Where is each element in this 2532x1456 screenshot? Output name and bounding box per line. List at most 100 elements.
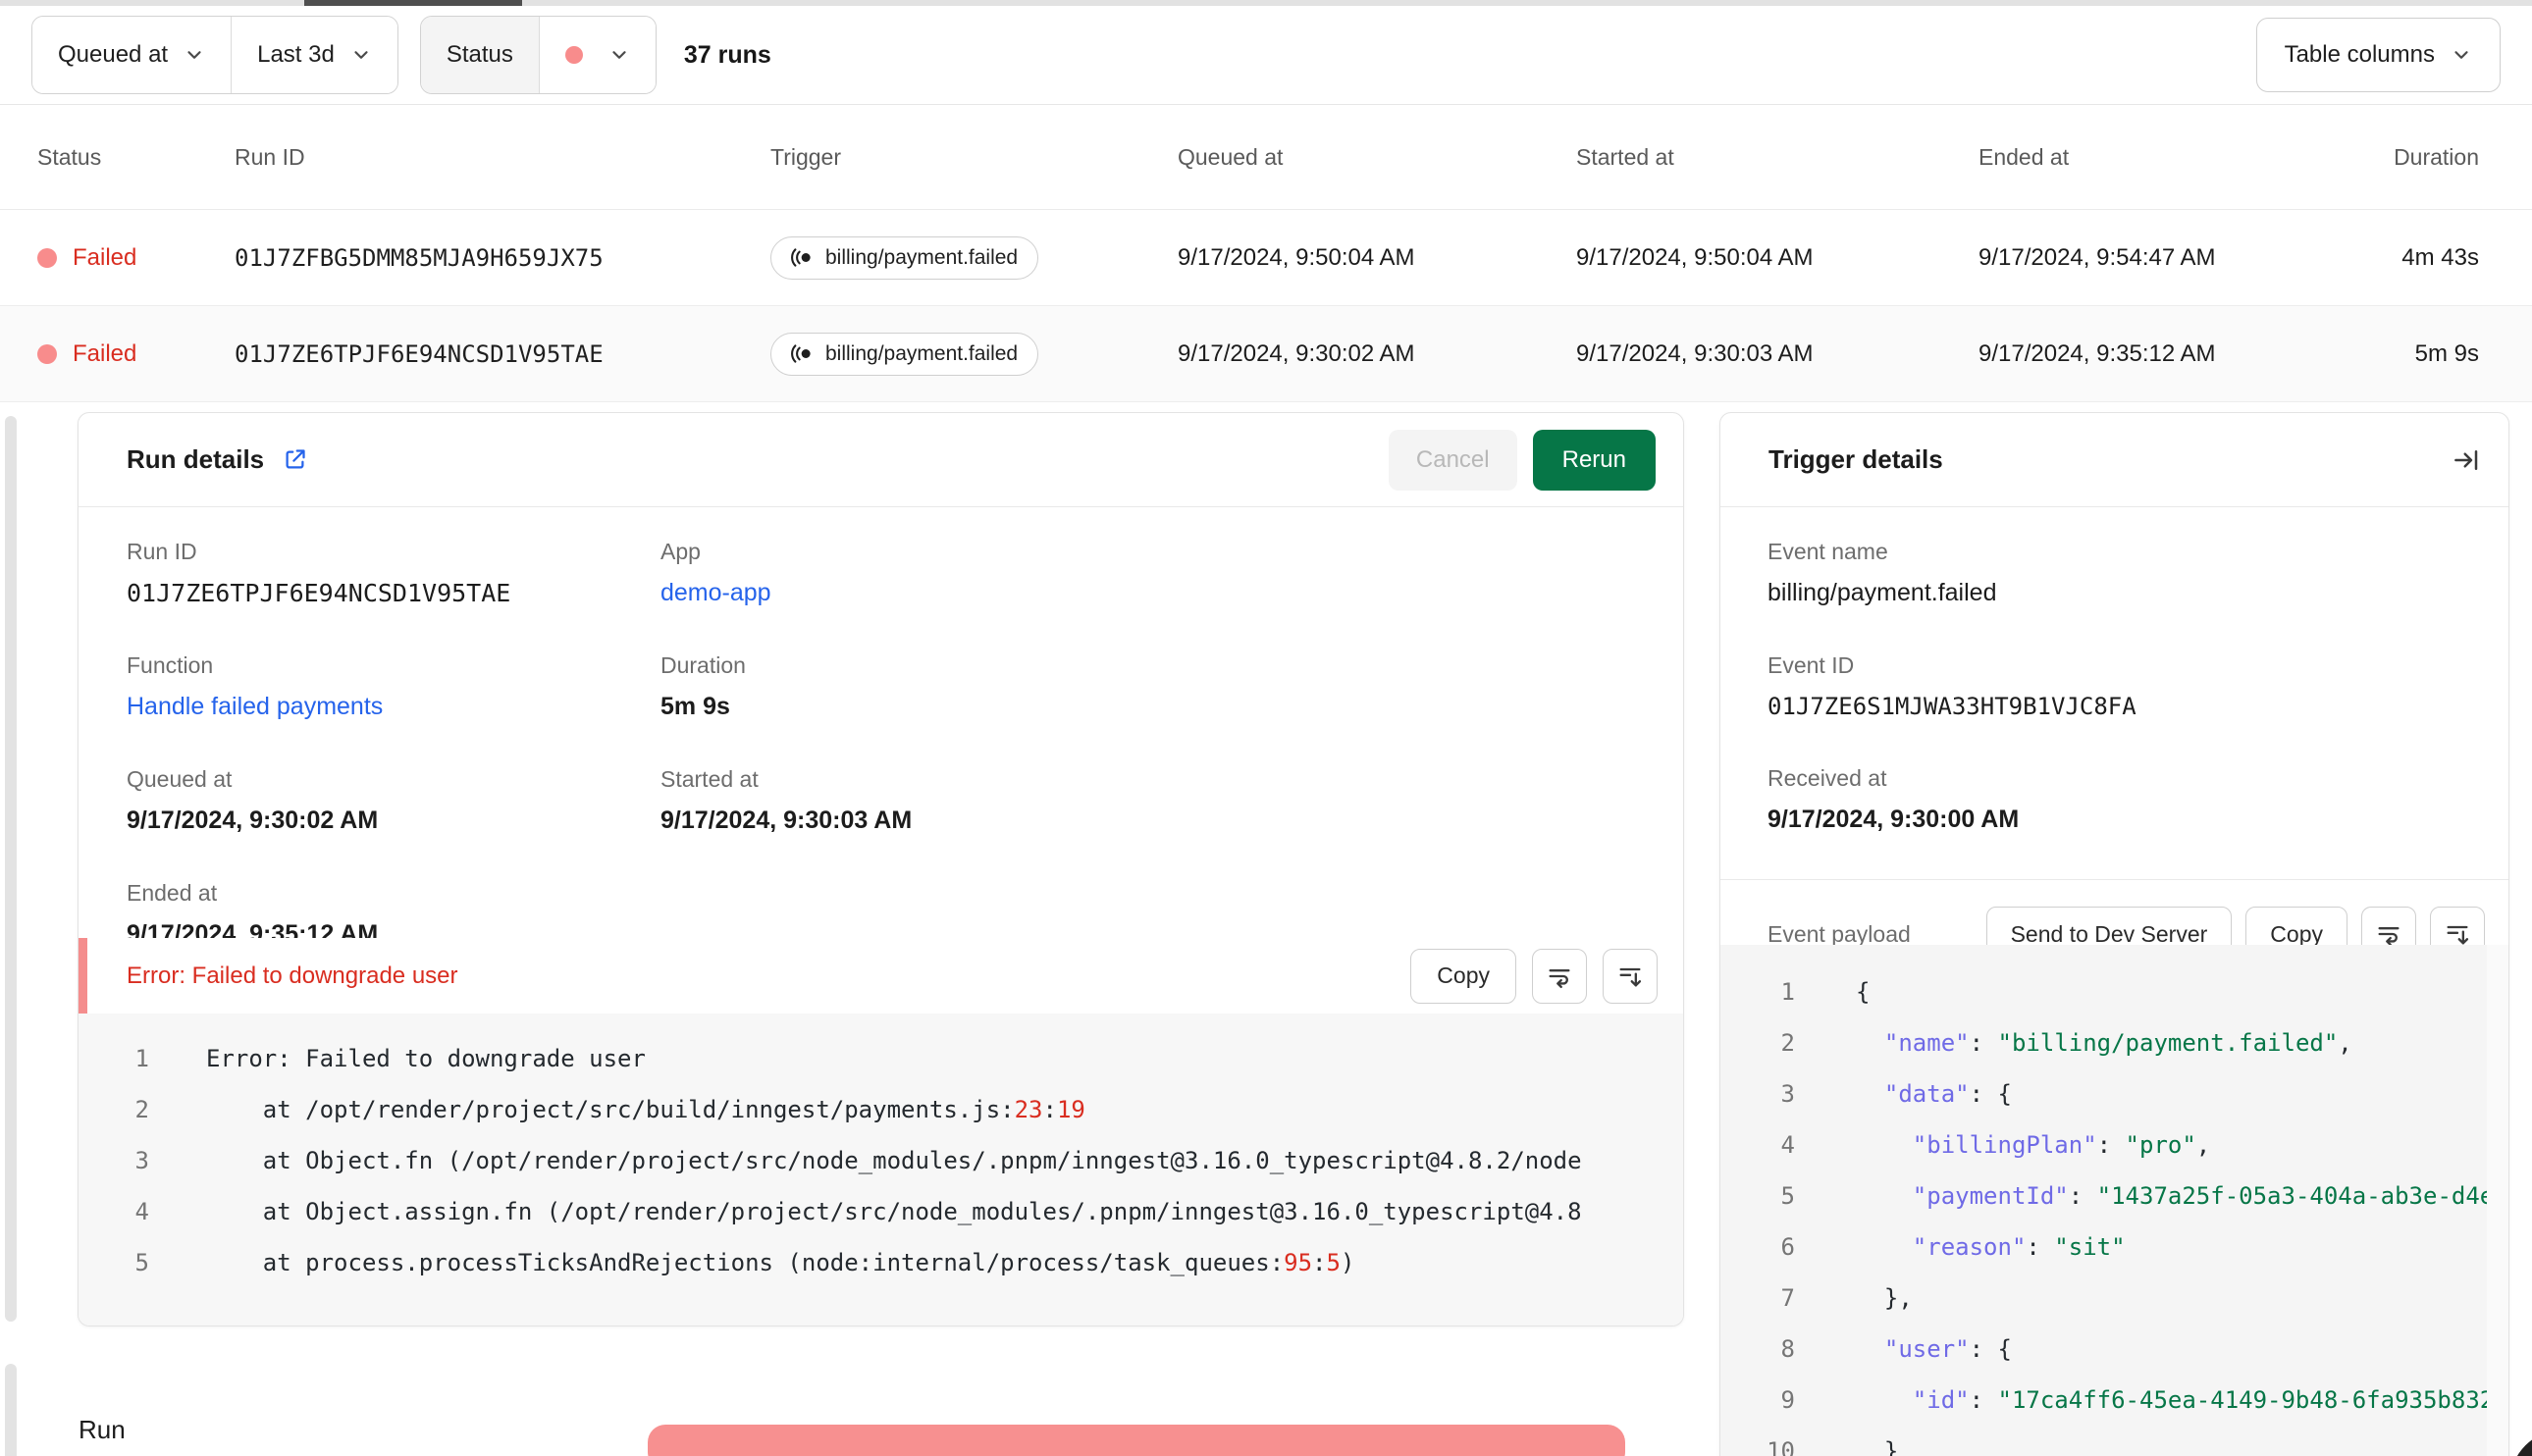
error-stack-trace: 1 Error: Failed to downgrade user 2 at /op… — [79, 1014, 1683, 1326]
queued-at-filter[interactable]: Queued at — [32, 17, 232, 93]
event-id-value: 01J7ZE6S1MJWA33HT9B1VJC8FA — [1767, 693, 2136, 720]
code-line: 2 at /opt/render/project/src/build/innge… — [79, 1084, 1683, 1135]
status-filter-label: Status — [446, 41, 513, 68]
trigger-pill-label: billing/payment.failed — [825, 341, 1019, 365]
event-icon — [791, 246, 814, 269]
event-payload-json: 1{2 "name": "billing/payment.failed", 3 "… — [1720, 945, 2508, 1456]
line-number: 1 — [134, 1045, 149, 1072]
trigger-pill[interactable]: billing/payment.failed — [770, 332, 1039, 376]
code-line: 9 "id": "17ca4ff6-45ea-4149-9b48-6fa935b… — [1720, 1375, 2487, 1426]
column-header-status[interactable]: Status — [37, 144, 235, 171]
ended-at-label: Ended at — [127, 880, 218, 906]
error-title: Error: Failed to downgrade user — [127, 962, 458, 989]
time-filter-group: Queued at Last 3d — [31, 16, 398, 94]
timeline-run-label: Run — [79, 1415, 126, 1444]
trigger-details-title: Trigger details — [1768, 444, 1943, 474]
duration-field: Duration 5m 9s — [660, 652, 1683, 721]
line-number: 9 — [1780, 1386, 1795, 1414]
column-header-run-id[interactable]: Run ID — [235, 144, 770, 171]
line-number: 6 — [1780, 1233, 1795, 1261]
queued-at-filter-label: Queued at — [58, 41, 169, 68]
run-details-fields: Run ID 01J7ZE6TPJF6E94NCSD1V95TAE App de… — [79, 507, 1683, 949]
runs-count: 37 runs — [683, 40, 771, 69]
failed-status-dot — [564, 46, 583, 64]
trigger-details-header: Trigger details — [1720, 413, 2508, 507]
duration-label: Duration — [660, 652, 746, 678]
rerun-button[interactable]: Rerun — [1532, 429, 1656, 491]
runs-table-header: Status Run ID Trigger Queued at Started … — [0, 105, 2532, 210]
received-at-label: Received at — [1767, 765, 1887, 791]
event-name-field: Event name billing/payment.failed — [1767, 539, 2461, 607]
error-copy-button[interactable]: Copy — [1410, 948, 1516, 1004]
status-dot — [37, 343, 57, 364]
received-at-value: 9/17/2024, 9:30:00 AM — [1767, 806, 2020, 833]
trigger-details-fields: Event name billing/payment.failed Event … — [1720, 507, 2508, 834]
runs-dashboard: Queued at Last 3d Status 37 runs Table c… — [0, 0, 2532, 1456]
run-details-panel: Run details Cancel Rerun Run ID 01J7ZE6T… — [78, 412, 1684, 1326]
duration-cell: 5m 9s — [2414, 339, 2479, 367]
chevron-down-icon — [2451, 44, 2472, 66]
event-name-value: billing/payment.failed — [1767, 579, 1997, 606]
column-header-trigger[interactable]: Trigger — [770, 144, 1178, 171]
line-number: 1 — [1780, 978, 1795, 1006]
status-dot — [37, 247, 57, 268]
scroll-to-bottom-icon[interactable] — [1603, 948, 1658, 1004]
chevron-down-icon — [608, 44, 630, 66]
table-columns-button[interactable]: Table columns — [2255, 18, 2501, 92]
event-name-label: Event name — [1767, 539, 1888, 564]
time-range-filter[interactable]: Last 3d — [231, 17, 397, 93]
code-line: 2 "name": "billing/payment.failed", — [1720, 1017, 2487, 1068]
column-header-ended-at[interactable]: Ended at — [1978, 144, 2385, 171]
started-at-cell: 9/17/2024, 9:30:03 AM — [1576, 339, 1814, 367]
table-columns-label: Table columns — [2284, 41, 2435, 68]
line-number: 5 — [134, 1249, 149, 1276]
ended-at-cell: 9/17/2024, 9:54:47 AM — [1978, 243, 2216, 271]
queued-at-cell: 9/17/2024, 9:50:04 AM — [1178, 243, 1415, 271]
run-id-cell: 01J7ZE6TPJF6E94NCSD1V95TAE — [235, 339, 604, 368]
error-accent-stripe — [79, 938, 87, 1014]
run-id-label: Run ID — [127, 539, 197, 564]
code-line: 3 "data": { — [1720, 1068, 2487, 1119]
vertical-scrollbar-thumb[interactable] — [5, 416, 17, 1322]
external-link-icon[interactable] — [282, 446, 308, 473]
table-row[interactable]: Failed 01J7ZFBG5DMM85MJA9H659JX75 billing/… — [0, 210, 2532, 306]
cancel-button[interactable]: Cancel — [1388, 429, 1517, 491]
line-number: 7 — [1780, 1284, 1795, 1312]
queued-at-cell: 9/17/2024, 9:30:02 AM — [1178, 339, 1415, 367]
column-header-started-at[interactable]: Started at — [1576, 144, 1978, 171]
line-number: 3 — [134, 1147, 149, 1174]
timeline-run-bar[interactable] — [648, 1425, 1625, 1456]
run-id-value: 01J7ZE6TPJF6E94NCSD1V95TAE — [127, 579, 511, 607]
trigger-pill-label: billing/payment.failed — [825, 245, 1019, 269]
code-line: 1{ — [1720, 966, 2487, 1017]
event-icon — [791, 342, 814, 365]
event-id-label: Event ID — [1767, 652, 1855, 678]
status-filter-group: Status — [419, 16, 657, 94]
function-link[interactable]: Handle failed payments — [127, 693, 383, 720]
runs-table-body: Failed 01J7ZFBG5DMM85MJA9H659JX75 billing/… — [0, 210, 2532, 402]
collapse-panel-icon[interactable] — [2452, 445, 2481, 475]
vertical-scrollbar-thumb[interactable] — [5, 1364, 17, 1456]
table-row[interactable]: Failed 01J7ZE6TPJF6E94NCSD1V95TAE billing/… — [0, 306, 2532, 402]
ended-at-cell: 9/17/2024, 9:35:12 AM — [1978, 339, 2216, 367]
line-number: 4 — [1780, 1131, 1795, 1159]
app-label: App — [660, 539, 701, 564]
run-id-field: Run ID 01J7ZE6TPJF6E94NCSD1V95TAE — [127, 539, 660, 607]
word-wrap-icon[interactable] — [1532, 948, 1587, 1004]
status-filter-value[interactable] — [538, 17, 656, 93]
received-at-field: Received at 9/17/2024, 9:30:00 AM — [1767, 765, 2461, 834]
column-header-queued-at[interactable]: Queued at — [1178, 144, 1576, 171]
line-number: 4 — [134, 1198, 149, 1225]
code-line: 4 at Object.assign.fn (/opt/render/proje… — [79, 1186, 1683, 1237]
line-number: 3 — [1780, 1080, 1795, 1108]
trigger-pill[interactable]: billing/payment.failed — [770, 235, 1039, 280]
filters-toolbar: Queued at Last 3d Status 37 runs Table c… — [0, 6, 2532, 105]
floating-action-button[interactable] — [2510, 1430, 2532, 1456]
duration-cell: 4m 43s — [2401, 243, 2479, 271]
line-number: 5 — [1780, 1182, 1795, 1210]
column-header-duration[interactable]: Duration — [2385, 144, 2479, 171]
chevron-down-icon — [184, 44, 205, 66]
time-range-label: Last 3d — [257, 41, 335, 68]
started-at-field: Started at 9/17/2024, 9:30:03 AM — [660, 766, 1683, 835]
app-link[interactable]: demo-app — [660, 579, 771, 606]
